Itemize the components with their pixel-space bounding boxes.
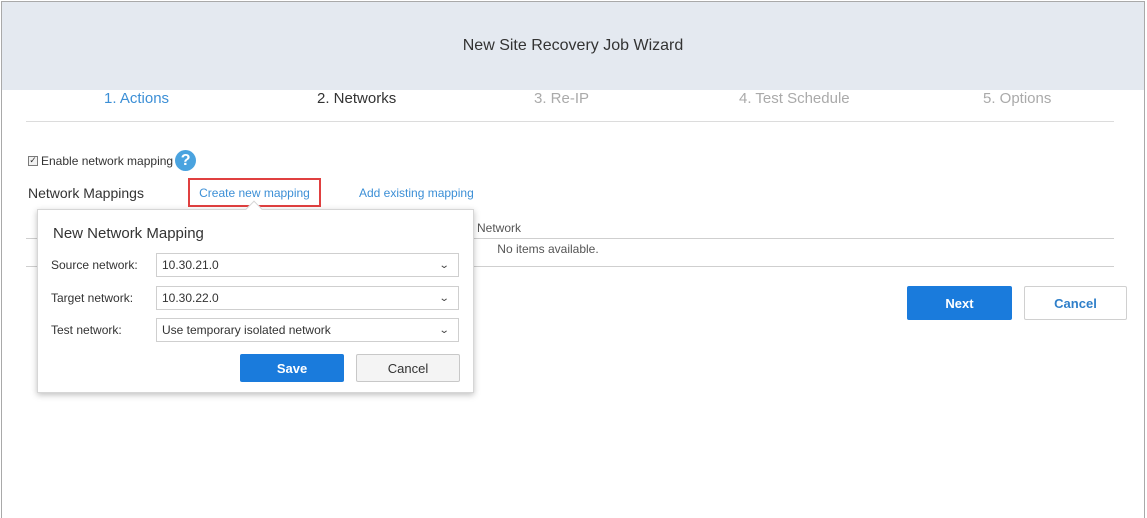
step-networks[interactable]: 2. Networks [317, 90, 396, 107]
test-network-select[interactable]: Use temporary isolated network ⌄ [156, 318, 459, 342]
target-network-select[interactable]: 10.30.22.0 ⌄ [156, 286, 459, 310]
test-network-value: Use temporary isolated network [162, 323, 331, 337]
new-network-mapping-popup: New Network Mapping Source network: 10.3… [37, 200, 474, 393]
column-header-network[interactable]: Network [477, 221, 521, 235]
step-test-schedule: 4. Test Schedule [739, 90, 850, 107]
source-network-row: Source network: 10.30.21.0 ⌄ [51, 253, 459, 277]
network-mappings-label: Network Mappings [28, 185, 144, 201]
wizard-steps: 1. Actions 2. Networks 3. Re-IP 4. Test … [26, 90, 1114, 122]
question-circle-icon[interactable]: ? [175, 150, 197, 171]
empty-message: No items available. [497, 242, 599, 256]
source-network-value: 10.30.21.0 [162, 258, 219, 272]
enable-mapping-label[interactable]: Enable network mapping [41, 154, 173, 168]
source-network-label: Source network: [51, 258, 138, 272]
step-actions[interactable]: 1. Actions [104, 90, 169, 107]
wizard-window: New Site Recovery Job Wizard 1. Actions … [1, 1, 1145, 518]
target-network-value: 10.30.22.0 [162, 291, 219, 305]
wizard-title: New Site Recovery Job Wizard [2, 2, 1144, 90]
cancel-button[interactable]: Cancel [1024, 286, 1127, 320]
step-options: 5. Options [983, 90, 1052, 107]
chevron-down-icon: ⌄ [438, 292, 450, 304]
target-network-row: Target network: 10.30.22.0 ⌄ [51, 286, 459, 310]
step-re-ip: 3. Re-IP [534, 90, 590, 107]
chevron-down-icon: ⌄ [438, 324, 450, 336]
popup-title: New Network Mapping [53, 225, 204, 242]
target-network-label: Target network: [51, 291, 134, 305]
test-network-row: Test network: Use temporary isolated net… [51, 318, 459, 342]
enable-mapping-checkbox[interactable]: ✓ [28, 155, 38, 166]
next-button[interactable]: Next [907, 286, 1012, 320]
chevron-down-icon: ⌄ [438, 259, 450, 271]
save-button[interactable]: Save [240, 354, 344, 382]
popup-cancel-button[interactable]: Cancel [356, 354, 460, 382]
source-network-select[interactable]: 10.30.21.0 ⌄ [156, 253, 459, 277]
test-network-label: Test network: [51, 323, 122, 337]
add-existing-mapping-link[interactable]: Add existing mapping [359, 186, 474, 200]
enable-mapping-row: ✓ Enable network mapping ? [28, 150, 197, 171]
